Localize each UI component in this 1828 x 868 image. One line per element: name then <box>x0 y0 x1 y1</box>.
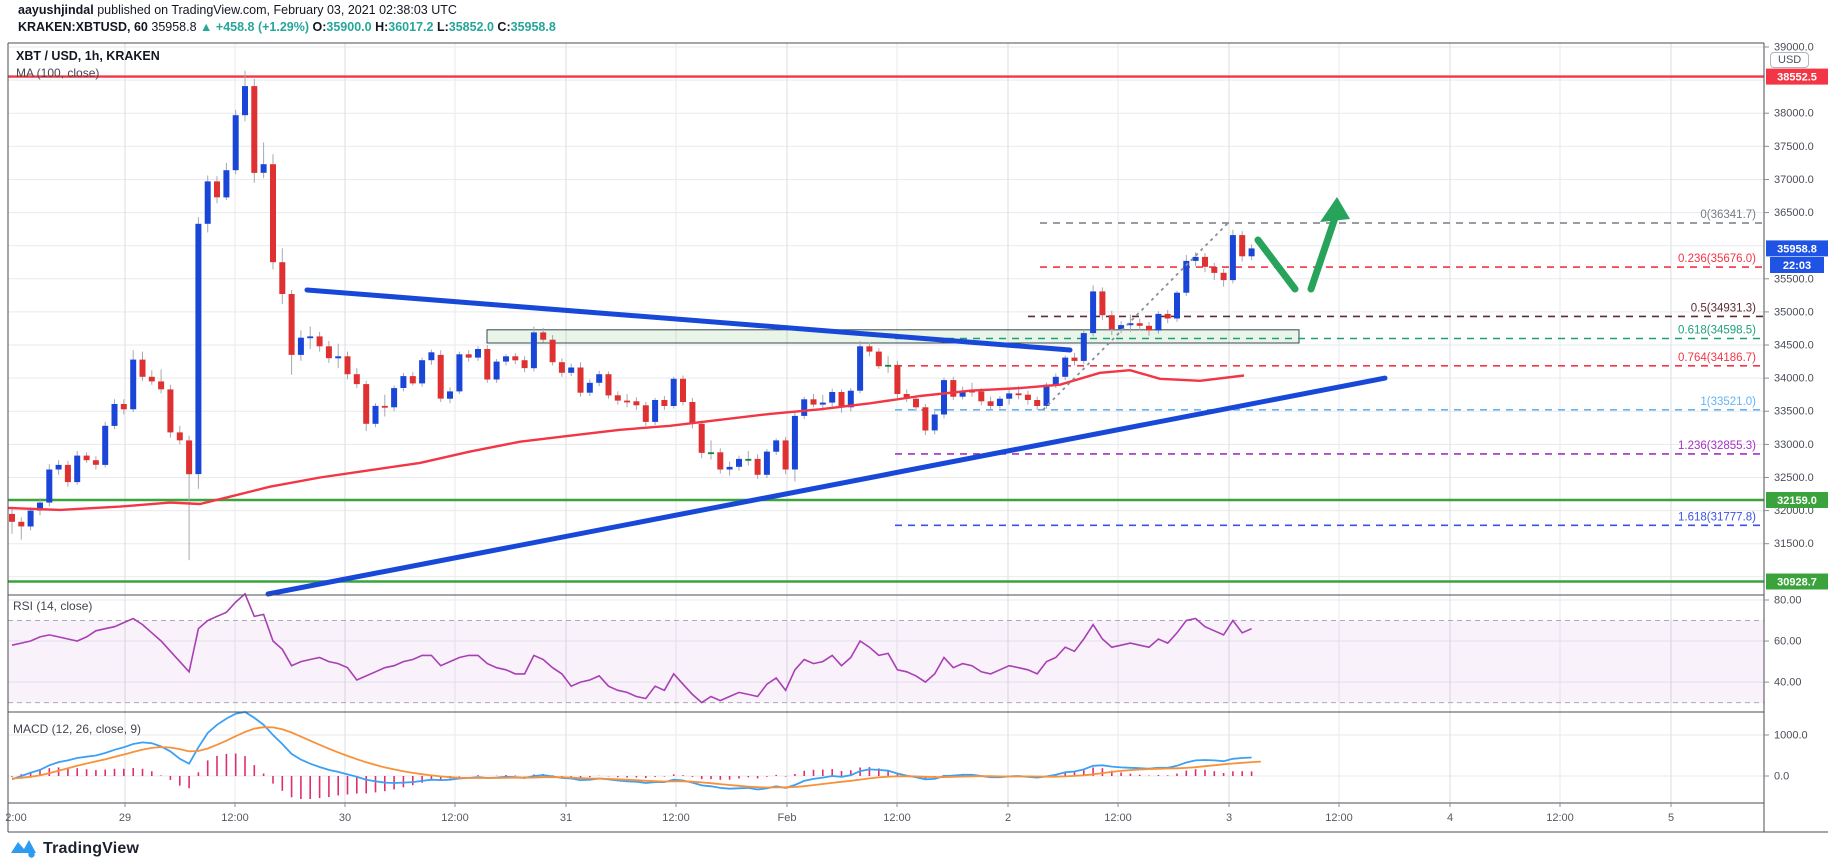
tradingview-logo-icon <box>11 840 36 858</box>
svg-text:32500.0: 32500.0 <box>1774 472 1814 484</box>
rsi-band <box>8 620 1764 704</box>
svg-text:30: 30 <box>339 812 351 824</box>
rsi-indicator-label: RSI (14, close) <box>13 599 93 613</box>
svg-text:1(33521.0): 1(33521.0) <box>1700 396 1756 408</box>
svg-text:0.5(34931.3): 0.5(34931.3) <box>1691 302 1756 314</box>
tradingview-published-chart: 0(36341.7) 0.236(35676.0) 0.5(34931.3) 0.61… <box>0 0 1828 868</box>
author-name: aayushjindal <box>18 3 94 17</box>
currency-badge[interactable]: USD <box>1770 52 1810 68</box>
svg-text:0.236(35676.0): 0.236(35676.0) <box>1678 253 1756 265</box>
svg-text:35500.0: 35500.0 <box>1774 273 1814 285</box>
open-value: 35900.0 <box>326 20 372 34</box>
high-label: H: <box>375 20 389 34</box>
svg-text:2:00: 2:00 <box>5 812 26 824</box>
svg-text:4: 4 <box>1447 812 1453 824</box>
price-axis[interactable]: 39000.038000.037500.037000.036500.035500… <box>1764 42 1814 783</box>
bullish-arrow[interactable] <box>1254 197 1350 293</box>
horizontal-levels[interactable] <box>8 75 1764 583</box>
high-value: 36017.2 <box>388 20 434 34</box>
svg-text:34500.0: 34500.0 <box>1774 340 1814 352</box>
macd-signal-line[interactable] <box>11 726 1261 789</box>
tradingview-logo-text: TradingView <box>43 839 140 857</box>
svg-text:0.764(34186.7): 0.764(34186.7) <box>1678 352 1756 364</box>
svg-text:1000.0: 1000.0 <box>1774 730 1808 742</box>
svg-text:33000.0: 33000.0 <box>1774 439 1814 451</box>
svg-text:0.618(34598.5): 0.618(34598.5) <box>1678 325 1756 337</box>
svg-text:32159.0: 32159.0 <box>1777 495 1817 507</box>
svg-text:12:00: 12:00 <box>662 812 690 824</box>
svg-text:29: 29 <box>119 812 131 824</box>
svg-text:31: 31 <box>560 812 572 824</box>
publish-info: aayushjindal published on TradingView.co… <box>18 3 457 17</box>
symbol-interval: KRAKEN:XBTUSD, 60 <box>18 20 148 34</box>
pane-frame <box>7 42 1828 833</box>
tradingview-logo[interactable]: TradingView <box>10 836 139 861</box>
svg-text:5: 5 <box>1668 812 1674 824</box>
svg-text:12:00: 12:00 <box>1104 812 1132 824</box>
svg-text:40.00: 40.00 <box>1774 677 1802 689</box>
svg-text:0(36341.7): 0(36341.7) <box>1700 209 1756 221</box>
svg-text:12:00: 12:00 <box>221 812 249 824</box>
open-label: O: <box>312 20 327 34</box>
price-change: ▲ +458.8 (+1.29%) <box>200 20 310 34</box>
svg-text:3: 3 <box>1226 812 1232 824</box>
svg-text:30928.7: 30928.7 <box>1777 577 1817 589</box>
svg-text:34000.0: 34000.0 <box>1774 373 1814 385</box>
svg-text:2: 2 <box>1005 812 1011 824</box>
svg-text:37500.0: 37500.0 <box>1774 141 1814 153</box>
svg-text:38552.5: 38552.5 <box>1777 72 1817 84</box>
publish-text: published on TradingView.com, February 0… <box>93 3 457 17</box>
chart-canvas[interactable]: 0(36341.7) 0.236(35676.0) 0.5(34931.3) 0.61… <box>0 0 1828 868</box>
svg-text:22:03: 22:03 <box>1783 260 1811 272</box>
svg-text:0.0: 0.0 <box>1774 771 1789 783</box>
svg-text:35958.8: 35958.8 <box>1777 243 1817 255</box>
time-axis[interactable]: 2:00 29 12:00 30 12:00 31 12:00 Feb 12:00 2 12:00 3… <box>5 803 1674 824</box>
ma-indicator-label: MA (100, close) <box>16 66 100 80</box>
svg-text:35000.0: 35000.0 <box>1774 306 1814 318</box>
svg-text:37000.0: 37000.0 <box>1774 174 1814 186</box>
svg-text:33500.0: 33500.0 <box>1774 406 1814 418</box>
svg-text:Feb: Feb <box>778 812 797 824</box>
svg-text:31500.0: 31500.0 <box>1774 538 1814 550</box>
svg-text:1.236(32855.3): 1.236(32855.3) <box>1678 440 1756 452</box>
low-value: 35852.0 <box>448 20 494 34</box>
low-label: L: <box>436 20 449 34</box>
close-label: C: <box>497 20 511 34</box>
svg-text:12:00: 12:00 <box>1546 812 1574 824</box>
close-value: 35958.8 <box>510 20 556 34</box>
svg-text:12:00: 12:00 <box>883 812 911 824</box>
svg-text:1.618(31777.8): 1.618(31777.8) <box>1678 511 1756 523</box>
pane-title-symbol: XBT / USD, 1h, KRAKEN <box>16 49 160 63</box>
last-price: 35958.8 <box>151 20 197 34</box>
svg-text:12:00: 12:00 <box>1325 812 1353 824</box>
svg-text:80.00: 80.00 <box>1774 595 1802 607</box>
svg-text:60.00: 60.00 <box>1774 636 1802 648</box>
macd-indicator-label: MACD (12, 26, close, 9) <box>13 722 142 736</box>
svg-text:36500.0: 36500.0 <box>1774 207 1814 219</box>
svg-text:12:00: 12:00 <box>441 812 469 824</box>
svg-text:38000.0: 38000.0 <box>1774 108 1814 120</box>
ohlc-strip: KRAKEN:XBTUSD, 60 35958.8 ▲ +458.8 (+1.2… <box>18 20 556 34</box>
